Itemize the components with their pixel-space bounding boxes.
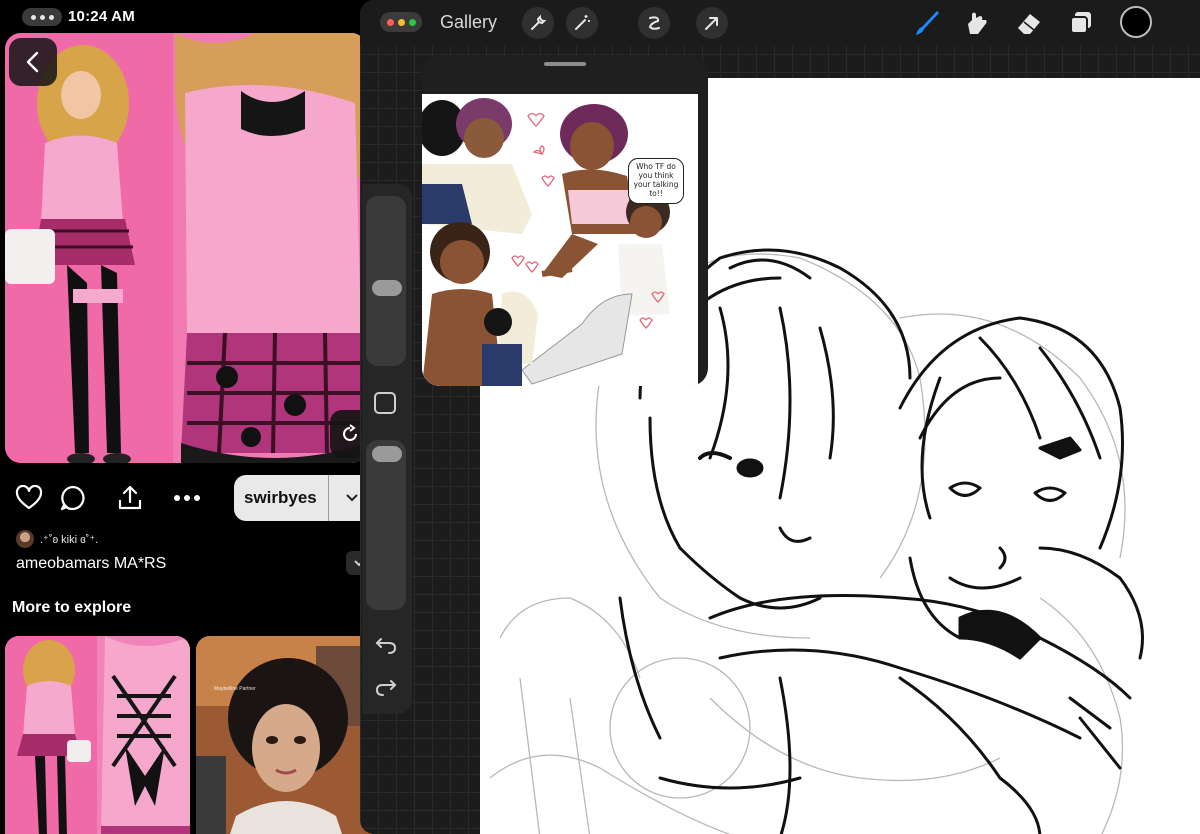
magic-wand-icon[interactable]	[566, 7, 598, 39]
refresh-icon	[343, 424, 357, 441]
board-select-button[interactable]: swirbyes	[234, 475, 372, 521]
layers-icon[interactable]	[1064, 6, 1098, 40]
pin-title: ameobamars MA*RS	[16, 555, 167, 572]
opacity-slider[interactable]	[366, 440, 406, 610]
back-button[interactable]	[9, 38, 57, 86]
smudge-icon[interactable]	[960, 6, 994, 40]
pin-image[interactable]	[5, 33, 367, 463]
top-toolbar: Gallery	[360, 0, 1200, 46]
sponsor-label: Maybelline Partner	[214, 686, 256, 692]
drawing-app: Gallery Who TF do you think your talking…	[360, 0, 1200, 834]
reference-image: Who TF do you think your talking to!!	[422, 94, 698, 386]
screen: 10:24 AM swirbyes .⁺˚ʚ kiki ɞ˚⁺. ameobam…	[0, 0, 1200, 834]
comment-bubble-icon[interactable]	[58, 483, 88, 513]
redo-icon[interactable]	[371, 674, 401, 700]
brush-size-thumb[interactable]	[372, 280, 402, 296]
more-to-explore-heading: More to explore	[12, 599, 132, 616]
creator-row[interactable]: .⁺˚ʚ kiki ɞ˚⁺.	[16, 529, 98, 549]
status-bar: 10:24 AM	[0, 0, 372, 32]
reference-panel[interactable]: Who TF do you think your talking to!!	[422, 56, 708, 386]
drag-handle[interactable]	[544, 62, 586, 66]
board-name: swirbyes	[244, 488, 317, 507]
wrench-icon[interactable]	[522, 7, 554, 39]
eraser-icon[interactable]	[1012, 6, 1046, 40]
transform-arrow-icon[interactable]	[696, 7, 728, 39]
opacity-thumb[interactable]	[372, 446, 402, 462]
explore-pin-card[interactable]	[5, 636, 190, 834]
chevron-left-icon	[26, 51, 39, 73]
avatar[interactable]	[16, 530, 34, 548]
like-heart-icon[interactable]	[14, 483, 44, 513]
status-time: 10:24 AM	[68, 8, 135, 25]
brush-size-slider[interactable]	[366, 196, 406, 366]
share-icon[interactable]	[115, 483, 145, 513]
window-controls[interactable]	[380, 12, 422, 32]
pin-viewer-app: 10:24 AM swirbyes .⁺˚ʚ kiki ɞ˚⁺. ameobam…	[0, 0, 372, 834]
multitask-dots-icon[interactable]	[22, 8, 62, 26]
selection-icon[interactable]	[638, 7, 670, 39]
modify-button[interactable]	[374, 392, 396, 414]
color-picker-button[interactable]	[1120, 6, 1152, 38]
creator-name[interactable]: .⁺˚ʚ kiki ɞ˚⁺.	[40, 533, 98, 546]
gallery-button[interactable]: Gallery	[440, 12, 497, 33]
explore-pin-card[interactable]: Maybelline Partner	[196, 636, 372, 834]
more-options-icon[interactable]	[172, 483, 202, 513]
side-toolbar	[362, 184, 412, 714]
speech-bubble: Who TF do you think your talking to!!	[628, 158, 684, 204]
brush-icon[interactable]	[910, 6, 944, 40]
undo-icon[interactable]	[371, 632, 401, 658]
